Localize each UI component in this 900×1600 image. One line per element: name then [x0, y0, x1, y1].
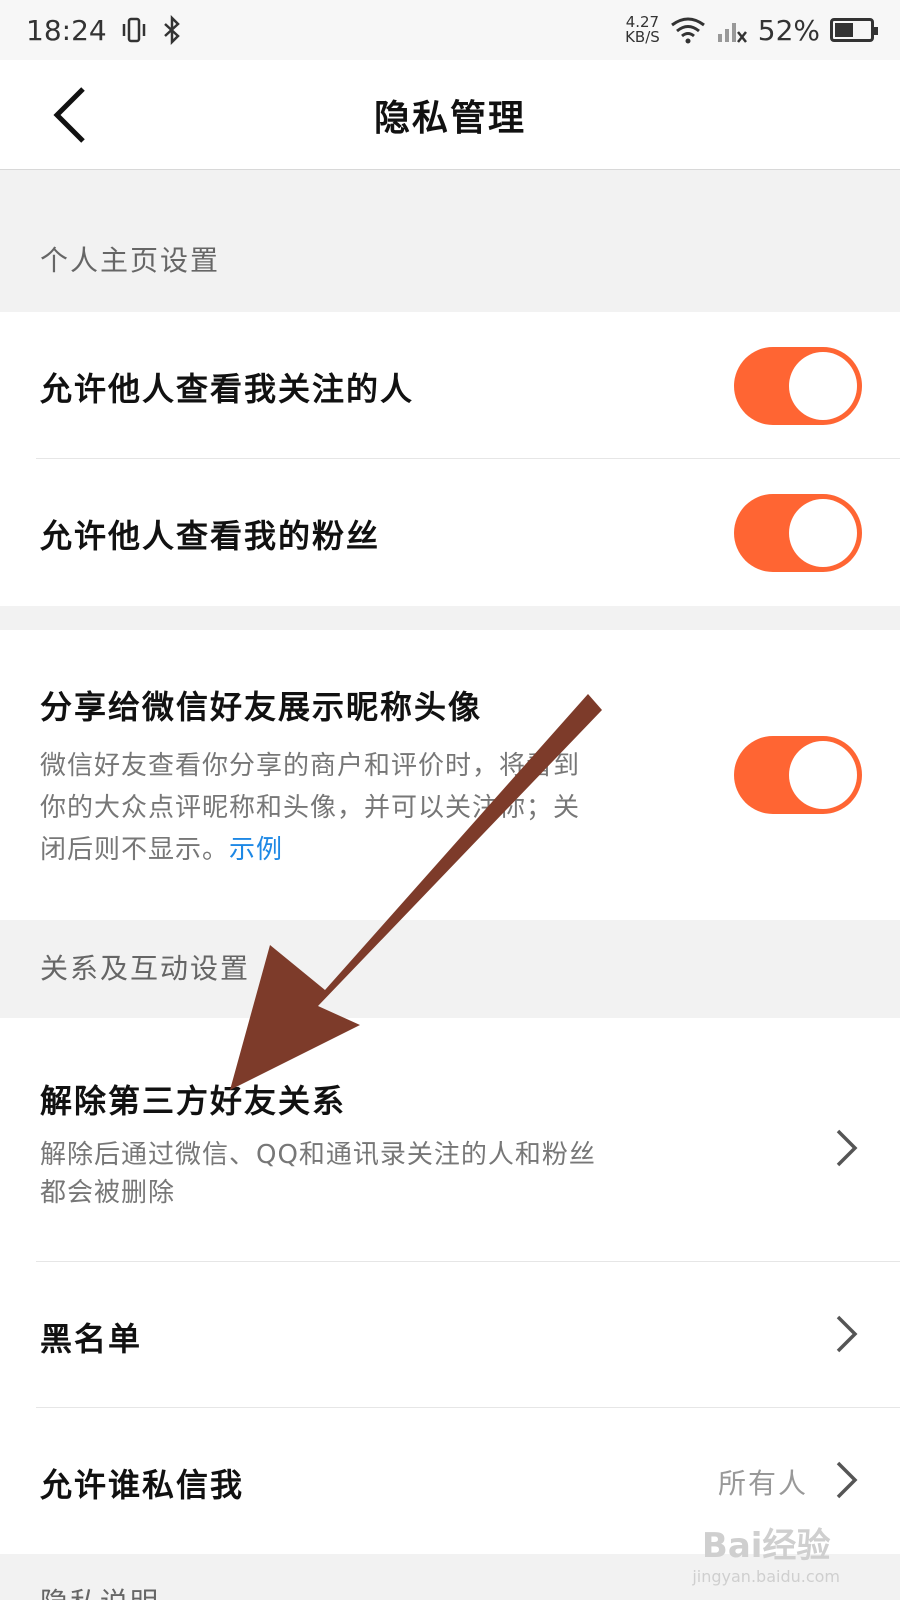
toggle-knob [789, 499, 857, 567]
battery-icon [830, 18, 878, 42]
third-party-label: 解除第三方好友关系 [40, 1082, 347, 1120]
chevron-right-icon [836, 1129, 858, 1167]
status-time: 18:24 [26, 13, 107, 47]
chevron-right-icon [836, 1315, 858, 1353]
fans-visible-label: 允许他人查看我的粉丝 [40, 517, 381, 555]
status-bar: 18:24 4.27 KB/S 52% [0, 0, 900, 60]
watermark-subtext: jingyan.baidu.com [692, 1567, 840, 1586]
fans-visible-row[interactable]: 允许他人查看我的粉丝 [0, 459, 900, 606]
wechat-share-label: 分享给微信好友展示昵称头像 [40, 688, 483, 726]
blacklist-row[interactable]: 黑名单 [0, 1262, 900, 1408]
third-party-desc-line1: 解除后通过微信、QQ和通讯录关注的人和粉丝 [40, 1140, 596, 1170]
net-speed-unit: KB/S [625, 28, 660, 46]
third-party-desc-line2: 都会被删除 [40, 1178, 176, 1208]
profile-settings-group: 允许他人查看我关注的人 允许他人查看我的粉丝 [0, 312, 900, 606]
page-title: 隐私管理 [373, 97, 526, 139]
battery-percent: 52% [757, 13, 820, 47]
wechat-share-row[interactable]: 分享给微信好友展示昵称头像 微信好友查看你分享的商户和评价时，将看到 你的大众点… [0, 630, 900, 920]
fans-visible-toggle[interactable] [734, 494, 862, 572]
section-header-profile: 个人主页设置 [0, 210, 900, 312]
watermark-text: Bai经验 [701, 1526, 831, 1566]
wechat-share-desc-line1: 微信好友查看你分享的商户和评价时，将看到 [40, 751, 581, 781]
wifi-icon [670, 17, 705, 44]
wechat-share-desc-line3: 闭后则不显示。示例 [40, 829, 580, 871]
follow-visible-toggle[interactable] [734, 347, 862, 425]
wechat-share-desc-line2: 你的大众点评昵称和头像，并可以关注你；关 [40, 793, 581, 823]
blacklist-label: 黑名单 [40, 1320, 143, 1358]
wechat-share-toggle[interactable] [734, 736, 862, 814]
toggle-knob [789, 352, 857, 420]
follow-visible-row[interactable]: 允许他人查看我关注的人 [0, 312, 900, 459]
who-can-message-value: 所有人 [717, 1467, 808, 1500]
section-header-relations: 关系及互动设置 [0, 920, 900, 1018]
net-speed: 4.27 KB/S [625, 15, 660, 45]
chevron-left-icon [53, 87, 85, 143]
wechat-share-desc-line3-text: 闭后则不显示。 [40, 835, 230, 865]
signal-icon [717, 23, 747, 43]
toggle-knob [789, 741, 857, 809]
third-party-row[interactable]: 解除第三方好友关系 解除后通过微信、QQ和通讯录关注的人和粉丝 都会被删除 [0, 1018, 900, 1262]
vibrate-icon [122, 17, 145, 43]
nav-bar: 隐私管理 [0, 60, 900, 170]
bluetooth-icon [163, 15, 180, 45]
third-party-description: 解除后通过微信、QQ和通讯录关注的人和粉丝 都会被删除 [40, 1136, 596, 1212]
chevron-right-icon [836, 1461, 858, 1499]
wechat-share-group: 分享给微信好友展示昵称头像 微信好友查看你分享的商户和评价时，将看到 你的大众点… [0, 630, 900, 920]
relations-group: 解除第三方好友关系 解除后通过微信、QQ和通讯录关注的人和粉丝 都会被删除 黑名… [0, 1018, 900, 1554]
baidu-watermark: Bai经验 jingyan.baidu.com [692, 1518, 840, 1586]
wechat-share-description: 微信好友查看你分享的商户和评价时，将看到 你的大众点评昵称和头像，并可以关注你；… [40, 745, 580, 871]
back-button[interactable] [40, 82, 100, 148]
follow-visible-label: 允许他人查看我关注的人 [40, 370, 415, 408]
who-can-message-label: 允许谁私信我 [40, 1466, 245, 1504]
example-link[interactable]: 示例 [229, 835, 283, 865]
